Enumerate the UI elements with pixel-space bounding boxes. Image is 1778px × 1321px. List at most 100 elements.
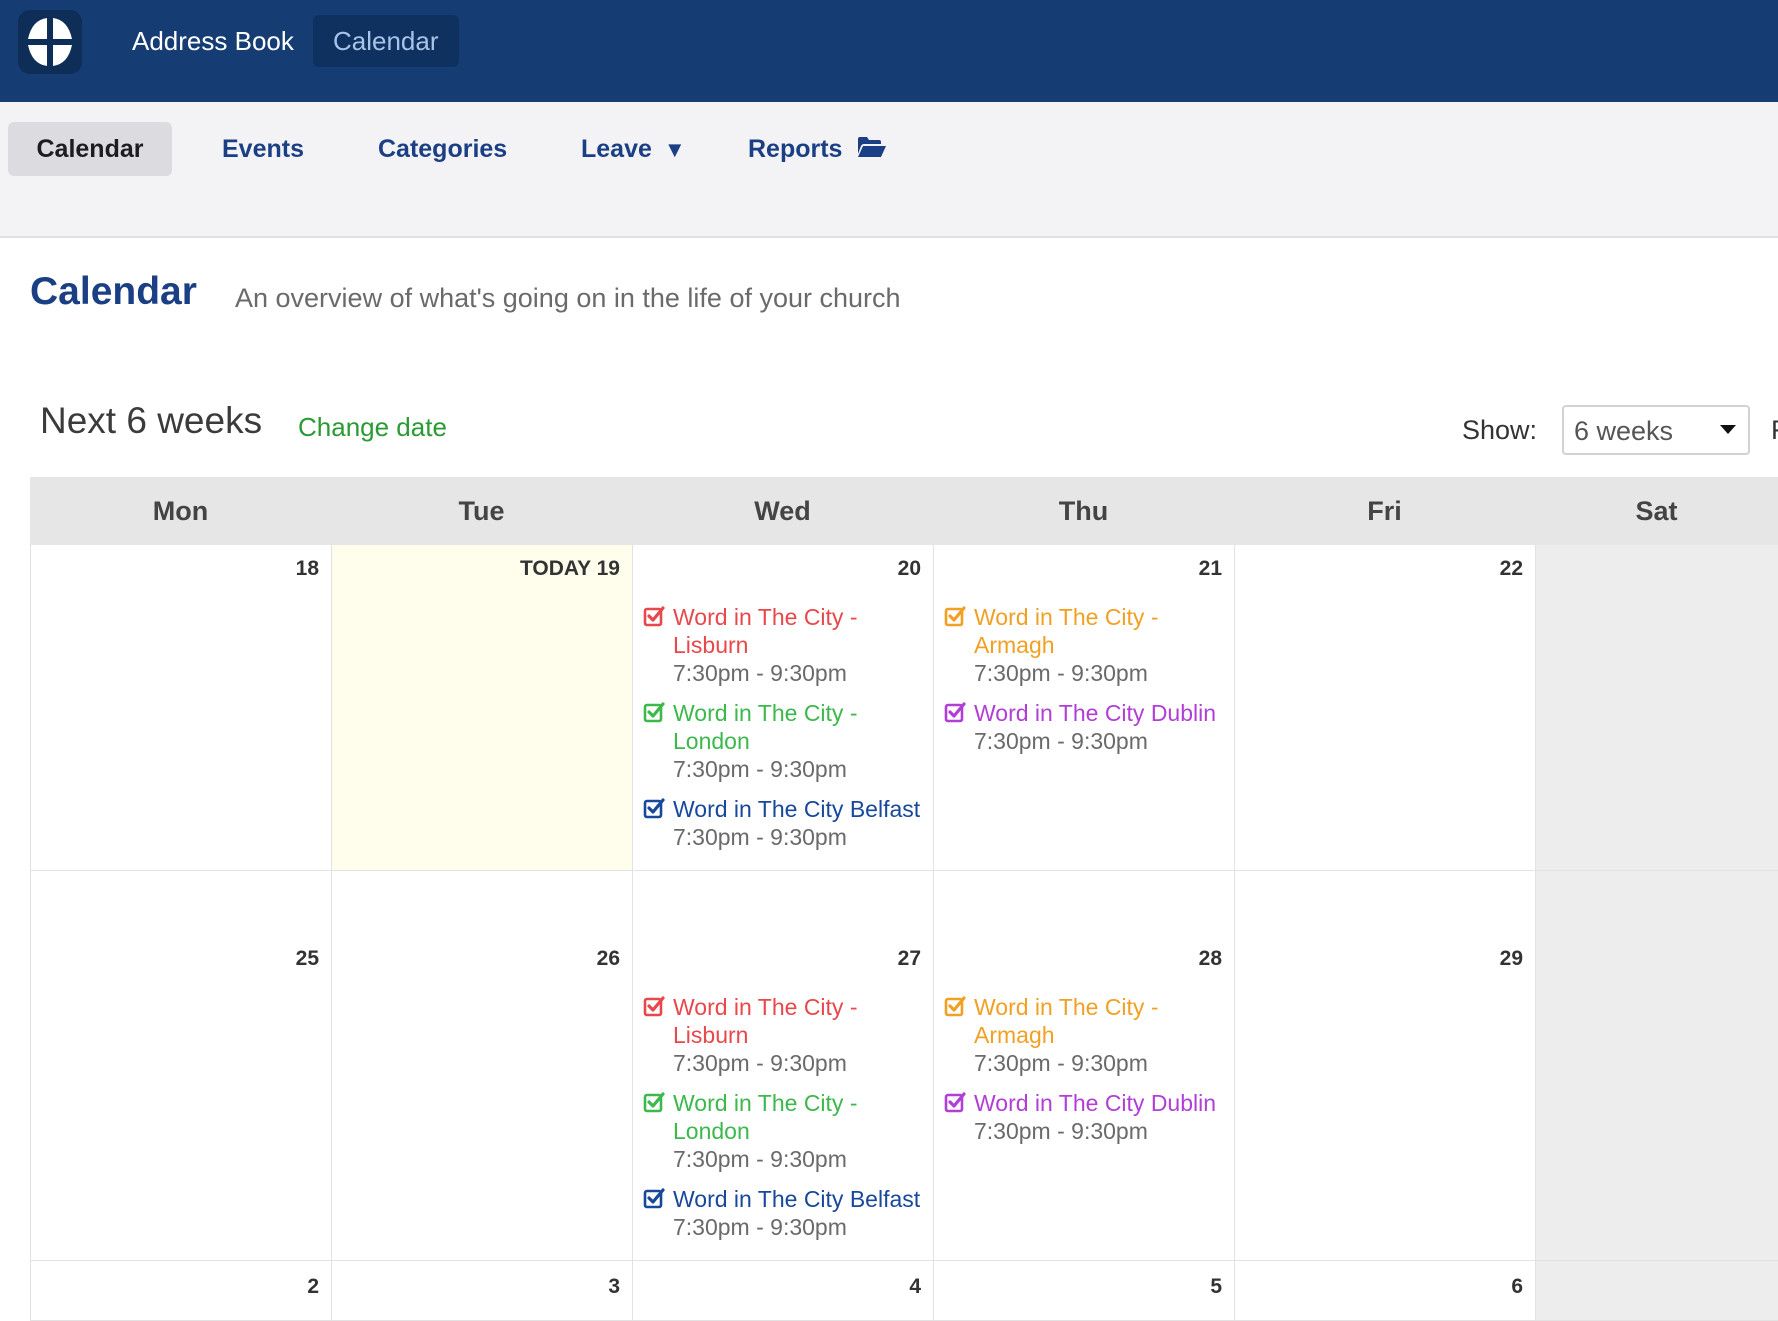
calendar-event[interactable]: Word in The City Dublin 7:30pm - 9:30pm <box>944 699 1230 755</box>
day-header: Mon <box>30 477 331 546</box>
page-title: Calendar <box>30 270 197 313</box>
day-header: Thu <box>933 477 1234 546</box>
event-title: Word in The City - Armagh <box>974 994 1159 1048</box>
day-number: 27 <box>897 947 921 970</box>
day-number: 25 <box>295 947 319 970</box>
event-title: Word in The City - Lisburn <box>673 604 858 658</box>
calendar-day-cell[interactable]: 3 <box>331 1261 632 1321</box>
calendar-event[interactable]: Word in The City Dublin 7:30pm - 9:30pm <box>944 1089 1230 1145</box>
checkbox-checked-icon <box>643 995 665 1022</box>
event-title: Word in The City Dublin <box>974 1090 1217 1116</box>
event-time: 7:30pm - 9:30pm <box>673 1214 847 1240</box>
event-title: Word in The City Dublin <box>974 700 1217 726</box>
weeks-select[interactable]: 6 weeks <box>1562 405 1750 455</box>
truncated-label: F <box>1771 415 1778 446</box>
calendar-event[interactable]: Word in The City - London 7:30pm - 9:30pm <box>643 1089 929 1173</box>
calendar-day-cell[interactable]: 26 <box>331 871 632 1261</box>
checkbox-checked-icon <box>643 1091 665 1118</box>
calendar-day-cell[interactable]: 27 Word in The City - Lisburn 7:30pm - 9:3… <box>632 871 933 1261</box>
event-time: 7:30pm - 9:30pm <box>974 660 1148 686</box>
subnav-leave-label: Leave <box>581 135 652 163</box>
event-time: 7:30pm - 9:30pm <box>673 660 847 686</box>
subnav-calendar[interactable]: Calendar <box>8 122 172 176</box>
show-label: Show: <box>1462 415 1538 445</box>
event-title: Word in The City Belfast <box>673 796 921 822</box>
calendar-day-cell[interactable]: 4 <box>632 1261 933 1321</box>
checkbox-checked-icon <box>643 701 665 728</box>
checkbox-checked-icon <box>643 1187 665 1214</box>
change-date-link[interactable]: Change date <box>298 412 447 443</box>
event-time: 7:30pm - 9:30pm <box>673 1050 847 1076</box>
event-time: 7:30pm - 9:30pm <box>974 1050 1148 1076</box>
calendar-day-cell[interactable] <box>1535 545 1778 871</box>
event-time: 7:30pm - 9:30pm <box>673 756 847 782</box>
weeks-select-value: 6 weeks <box>1574 416 1674 446</box>
calendar-day-cell[interactable]: 22 <box>1234 545 1535 871</box>
calendar-day-cell[interactable]: 2 <box>30 1261 331 1321</box>
calendar-day-cell[interactable]: 20 Word in The City - Lisburn 7:30pm - 9:3… <box>632 545 933 871</box>
event-title: Word in The City - Lisburn <box>673 994 858 1048</box>
page-subtitle: An overview of what's going on in the li… <box>235 283 901 313</box>
checkbox-checked-icon <box>643 797 665 824</box>
event-time: 7:30pm - 9:30pm <box>673 824 847 850</box>
calendar-event[interactable]: Word in The City Belfast 7:30pm - 9:30pm <box>643 795 929 851</box>
subnav-leave[interactable]: Leave ▼ <box>581 122 686 176</box>
calendar-day-cell[interactable]: 6 <box>1234 1261 1535 1321</box>
subnav-categories[interactable]: Categories <box>378 122 507 176</box>
calendar-day-cell[interactable]: 25 <box>30 871 331 1261</box>
checkbox-checked-icon <box>643 605 665 632</box>
subnav-events[interactable]: Events <box>222 122 304 176</box>
day-number: 29 <box>1499 947 1523 970</box>
calendar-day-cell[interactable]: 29 <box>1234 871 1535 1261</box>
event-time: 7:30pm - 9:30pm <box>673 1146 847 1172</box>
calendar-event[interactable]: Word in The City - Armagh 7:30pm - 9:30pm <box>944 603 1230 687</box>
day-number: 2 <box>307 1275 319 1298</box>
day-number: TODAY 19 <box>519 557 620 580</box>
event-time: 7:30pm - 9:30pm <box>974 728 1148 754</box>
calendar-event[interactable]: Word in The City - Armagh 7:30pm - 9:30pm <box>944 993 1230 1077</box>
day-number: 21 <box>1198 557 1222 580</box>
event-time: 7:30pm - 9:30pm <box>974 1118 1148 1144</box>
calendar-day-cell[interactable]: 5 <box>933 1261 1234 1321</box>
church-logo-icon[interactable] <box>18 10 82 74</box>
calendar-event[interactable]: Word in The City - Lisburn 7:30pm - 9:30p… <box>643 993 929 1077</box>
checkbox-checked-icon <box>944 701 966 728</box>
day-header: Fri <box>1234 477 1535 546</box>
calendar-day-cell[interactable] <box>1535 1261 1778 1321</box>
sub-navbar: Calendar Events Categories Leave ▼ Report… <box>0 102 1778 197</box>
event-title: Word in The City - Armagh <box>974 604 1159 658</box>
day-number: 4 <box>909 1275 921 1298</box>
folder-open-icon <box>857 123 887 177</box>
calendar-event[interactable]: Word in The City Belfast 7:30pm - 9:30pm <box>643 1185 929 1241</box>
topnav-address-book[interactable]: Address Book <box>112 15 314 67</box>
calendar-day-cell[interactable]: 21 Word in The City - Armagh 7:30pm - 9:30… <box>933 545 1234 871</box>
subnav-reports-label: Reports <box>748 135 843 163</box>
day-number: 6 <box>1511 1275 1523 1298</box>
day-number: 28 <box>1198 947 1222 970</box>
calendar-day-cell[interactable]: 18 <box>30 545 331 871</box>
caret-down-icon: ▼ <box>663 137 686 162</box>
caret-down-icon <box>1720 425 1736 434</box>
event-title: Word in The City Belfast <box>673 1186 921 1212</box>
checkbox-checked-icon <box>944 1091 966 1118</box>
day-number: 20 <box>897 557 921 580</box>
calendar-day-cell[interactable]: 28 Word in The City - Armagh 7:30pm - 9:30… <box>933 871 1234 1261</box>
day-number: 5 <box>1210 1275 1222 1298</box>
subnav-divider-strip <box>0 196 1778 238</box>
day-number: 3 <box>608 1275 620 1298</box>
event-title: Word in The City - London <box>673 1090 858 1144</box>
checkbox-checked-icon <box>944 995 966 1022</box>
day-header: Tue <box>331 477 632 546</box>
day-header: Sat <box>1535 477 1778 546</box>
calendar-day-today[interactable]: TODAY 19 <box>331 545 632 871</box>
calendar-event[interactable]: Word in The City - London 7:30pm - 9:30pm <box>643 699 929 783</box>
topnav-calendar[interactable]: Calendar <box>313 15 459 67</box>
subnav-reports[interactable]: Reports <box>748 122 887 176</box>
event-title: Word in The City - London <box>673 700 858 754</box>
top-navbar: Address Book Calendar <box>0 0 1778 102</box>
calendar-event[interactable]: Word in The City - Lisburn 7:30pm - 9:30p… <box>643 603 929 687</box>
calendar-day-cell[interactable] <box>1535 871 1778 1261</box>
day-number: 26 <box>596 947 620 970</box>
checkbox-checked-icon <box>944 605 966 632</box>
day-number: 22 <box>1499 557 1523 580</box>
